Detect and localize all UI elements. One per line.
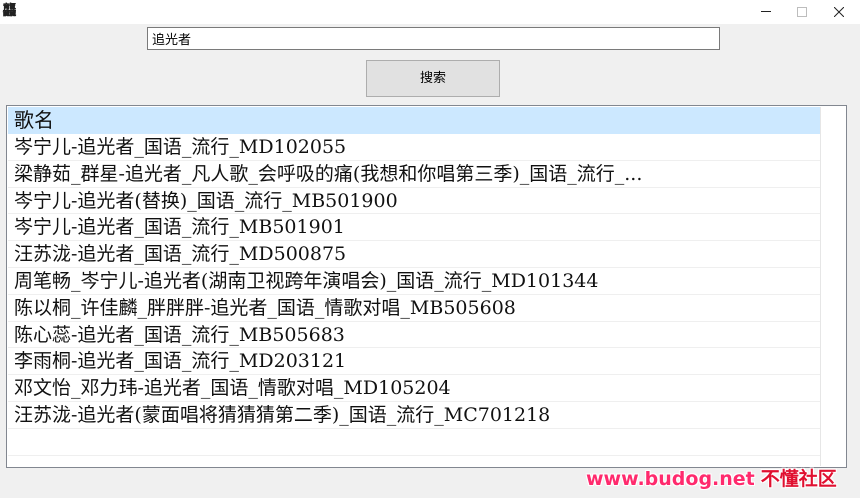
list-item[interactable]: 岑宁儿-追光者_国语_流行_MB501901 [8,214,820,242]
minimize-icon [761,11,771,12]
minimize-button[interactable] [749,0,783,24]
watermark-site-name: 不懂社区 [760,468,837,490]
list-item[interactable]: 陈以桐_许佳麟_胖胖胖-追光者_国语_情歌对唱_MB505608 [8,295,820,322]
search-input[interactable] [147,27,720,50]
search-button[interactable]: 搜索 [366,60,500,97]
maximize-icon [797,7,807,17]
watermark-url: www.budog.net [586,468,755,490]
list-item[interactable]: 汪苏泷-追光者(蒙面唱将猜猜猜第二季)_国语_流行_MC701218 [8,402,820,429]
list-column-header-song-name[interactable]: 歌名 [8,107,820,134]
list-rows: 岑宁儿-追光者_国语_流行_MD102055 梁静茹_群星-追光者_凡人歌_会呼… [8,134,820,456]
app-window: 龘 搜索 歌名 岑宁儿-追光者_国语_流行_MD102055 梁静茹_群星-追光… [0,0,860,498]
list-item[interactable]: 汪苏泷-追光者_国语_流行_MD500875 [8,241,820,268]
app-icon: 龘 [2,3,17,19]
close-button[interactable] [822,0,856,24]
list-item[interactable]: 岑宁儿-追光者(替换)_国语_流行_MB501900 [8,188,820,215]
list-item[interactable]: 周笔畅_岑宁儿-追光者(湖南卫视跨年演唱会)_国语_流行_MD101344 [8,268,820,295]
list-item[interactable]: 梁静茹_群星-追光者_凡人歌_会呼吸的痛(我想和你唱第三季)_国语_流行_... [8,161,820,188]
list-item[interactable]: 岑宁儿-追光者_国语_流行_MD102055 [8,134,820,161]
title-bar[interactable]: 龘 [0,0,860,24]
watermark: www.budog.net 不懂社区 [586,466,858,492]
list-item[interactable]: 陈心蕊-追光者_国语_流行_MB505683 [8,322,820,349]
list-item[interactable]: 邓文怡_邓力玮-追光者_国语_情歌对唱_MD105204 [8,375,820,402]
close-icon [834,7,844,17]
list-item[interactable]: 李雨桐-追光者_国语_流行_MD203121 [8,348,820,376]
song-list[interactable]: 歌名 岑宁儿-追光者_国语_流行_MD102055 梁静茹_群星-追光者_凡人歌… [6,105,847,468]
list-column-divider [820,107,821,466]
maximize-button[interactable] [785,0,819,24]
list-empty-row [8,429,820,456]
